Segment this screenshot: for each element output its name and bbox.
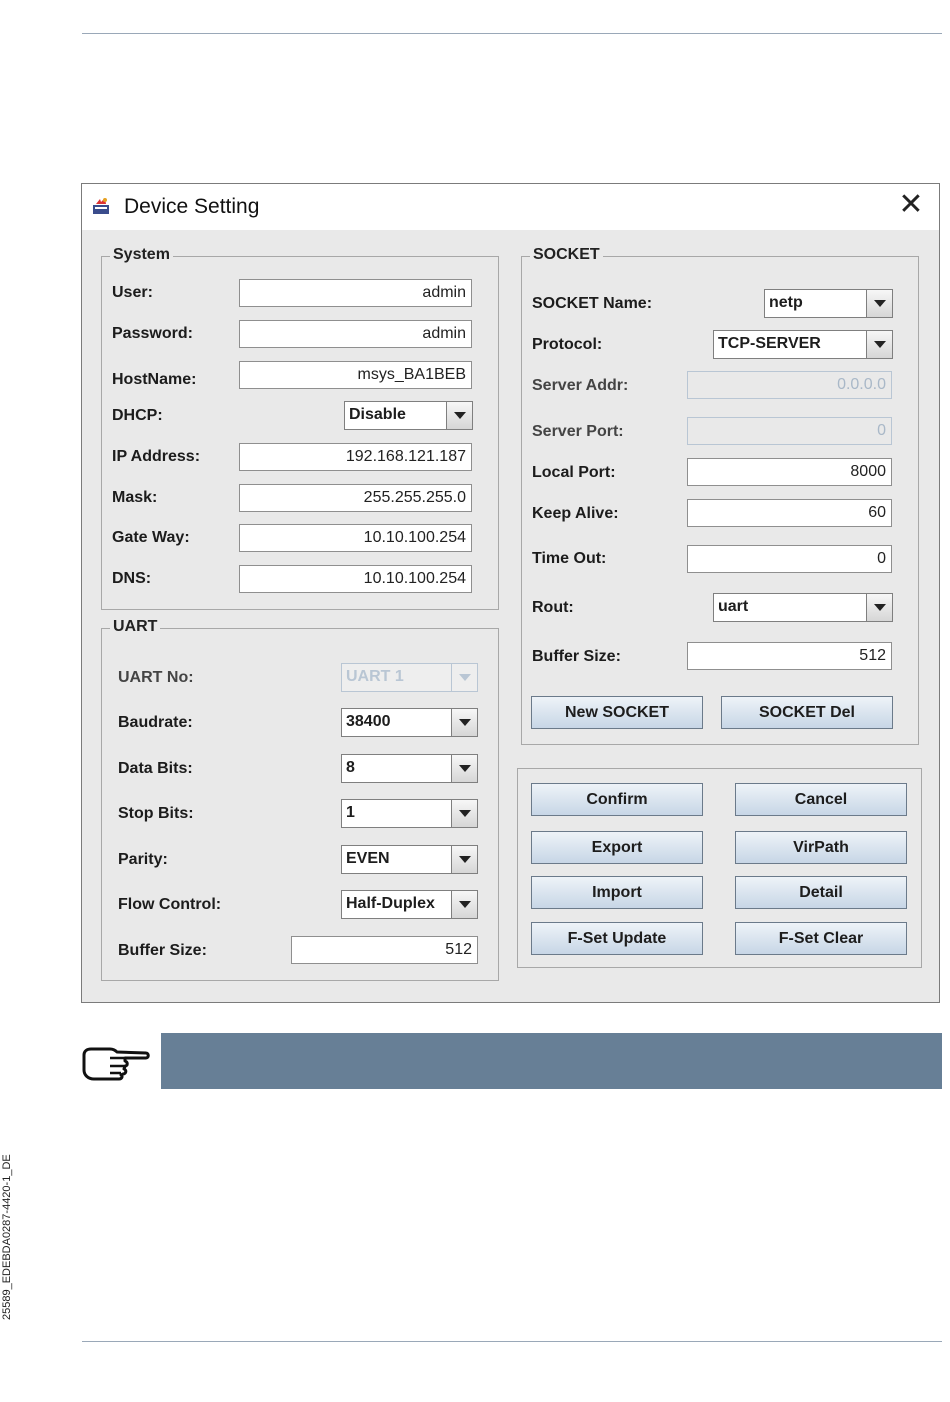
time-out-field[interactable]: 0 [687, 545, 892, 573]
top-rule [82, 33, 942, 34]
socket-del-button[interactable]: SOCKET Del [721, 696, 893, 729]
protocol-select-value: TCP-SERVER [718, 335, 821, 352]
keep-alive-label: Keep Alive: [532, 505, 619, 522]
keep-alive-field[interactable]: 60 [687, 499, 892, 527]
chevron-down-icon[interactable] [451, 709, 477, 736]
chevron-down-icon[interactable] [451, 846, 477, 873]
window-title: Device Setting [124, 195, 260, 218]
chevron-down-icon[interactable] [451, 891, 477, 918]
baudrate-select-value: 38400 [346, 713, 391, 730]
chevron-down-icon[interactable] [866, 290, 892, 317]
stop-bits-select-value: 1 [346, 804, 355, 821]
socket-name-select-value: netp [769, 294, 803, 311]
data-bits-label: Data Bits: [118, 760, 193, 777]
close-icon[interactable]: ✕ [897, 190, 925, 220]
parity-label: Parity: [118, 851, 168, 868]
cancel-button[interactable]: Cancel [735, 783, 907, 816]
protocol-label: Protocol: [532, 336, 603, 353]
chevron-down-icon[interactable] [446, 402, 472, 429]
ip-address-field[interactable]: 192.168.121.187 [239, 443, 472, 471]
chevron-down-icon[interactable] [451, 800, 477, 827]
data-bits-select[interactable]: 8 [341, 754, 478, 783]
uart-no-select: UART 1 [341, 663, 478, 692]
socket-buffer-size-label: Buffer Size: [532, 648, 621, 665]
socket-group-title: SOCKET [530, 246, 603, 264]
flow-control-select[interactable]: Half-Duplex [341, 890, 478, 919]
chevron-down-icon[interactable] [451, 755, 477, 782]
ip-address-label: IP Address: [112, 448, 201, 465]
data-bits-select-value: 8 [346, 759, 355, 776]
flow-control-select-value: Half-Duplex [346, 895, 435, 912]
f-set-clear-button[interactable]: F-Set Clear [735, 922, 907, 955]
uart-buffer-size-label: Buffer Size: [118, 942, 207, 959]
chevron-down-icon [451, 664, 477, 691]
dns-field[interactable]: 10.10.100.254 [239, 565, 472, 593]
local-port-label: Local Port: [532, 464, 616, 481]
baudrate-select[interactable]: 38400 [341, 708, 478, 737]
export-button[interactable]: Export [531, 831, 703, 864]
user-field[interactable]: admin [239, 279, 472, 307]
dhcp-label: DHCP: [112, 407, 163, 424]
local-port-field[interactable]: 8000 [687, 458, 892, 486]
rout-label: Rout: [532, 599, 574, 616]
stop-bits-label: Stop Bits: [118, 805, 194, 822]
uart-buffer-size-field[interactable]: 512 [291, 936, 478, 964]
dhcp-select[interactable]: Disable [344, 401, 473, 430]
parity-select[interactable]: EVEN [341, 845, 478, 874]
new-socket-button[interactable]: New SOCKET [531, 696, 703, 729]
socket-buffer-size-field[interactable]: 512 [687, 642, 892, 670]
parity-select-value: EVEN [346, 850, 390, 867]
virpath-button[interactable]: VirPath [735, 831, 907, 864]
f-set-update-button[interactable]: F-Set Update [531, 922, 703, 955]
mask-label: Mask: [112, 489, 158, 506]
system-group: System [101, 246, 499, 610]
password-label: Password: [112, 325, 193, 342]
uart-no-label: UART No: [118, 669, 194, 686]
detail-button[interactable]: Detail [735, 876, 907, 909]
server-addr-label: Server Addr: [532, 377, 629, 394]
dns-label: DNS: [112, 570, 152, 587]
mask-field[interactable]: 255.255.255.0 [239, 484, 472, 512]
note-bar [161, 1033, 942, 1089]
import-button[interactable]: Import [531, 876, 703, 909]
socket-name-label: SOCKET Name: [532, 295, 653, 312]
chevron-down-icon[interactable] [866, 331, 892, 358]
time-out-label: Time Out: [532, 550, 607, 567]
gateway-field[interactable]: 10.10.100.254 [239, 524, 472, 552]
server-addr-field: 0.0.0.0 [687, 371, 892, 399]
hostname-field[interactable]: msys_BA1BEB [239, 361, 472, 389]
stop-bits-select[interactable]: 1 [341, 799, 478, 828]
flow-control-label: Flow Control: [118, 896, 222, 913]
server-port-label: Server Port: [532, 423, 624, 440]
pointing-hand-icon [82, 1047, 150, 1081]
protocol-select[interactable]: TCP-SERVER [713, 330, 893, 359]
device-setting-window: Device Setting ✕ System User: admin Pass… [81, 183, 940, 1003]
rout-select[interactable]: uart [713, 593, 893, 622]
document-code: 25589_EDEBDA0287-4420-1_DE [1, 1154, 13, 1320]
bottom-rule [82, 1341, 942, 1342]
uart-group-title: UART [110, 618, 161, 636]
baudrate-label: Baudrate: [118, 714, 193, 731]
hostname-label: HostName: [112, 371, 197, 388]
uart-no-select-value: UART 1 [346, 668, 404, 685]
password-field[interactable]: admin [239, 320, 472, 348]
server-port-field: 0 [687, 417, 892, 445]
socket-name-select[interactable]: netp [764, 289, 893, 318]
app-icon [93, 198, 109, 214]
title-bar: Device Setting ✕ [82, 184, 939, 230]
rout-select-value: uart [718, 598, 749, 615]
chevron-down-icon[interactable] [866, 594, 892, 621]
user-label: User: [112, 284, 153, 301]
system-group-title: System [110, 246, 173, 264]
gateway-label: Gate Way: [112, 529, 190, 546]
confirm-button[interactable]: Confirm [531, 783, 703, 816]
dhcp-select-value: Disable [349, 406, 406, 423]
